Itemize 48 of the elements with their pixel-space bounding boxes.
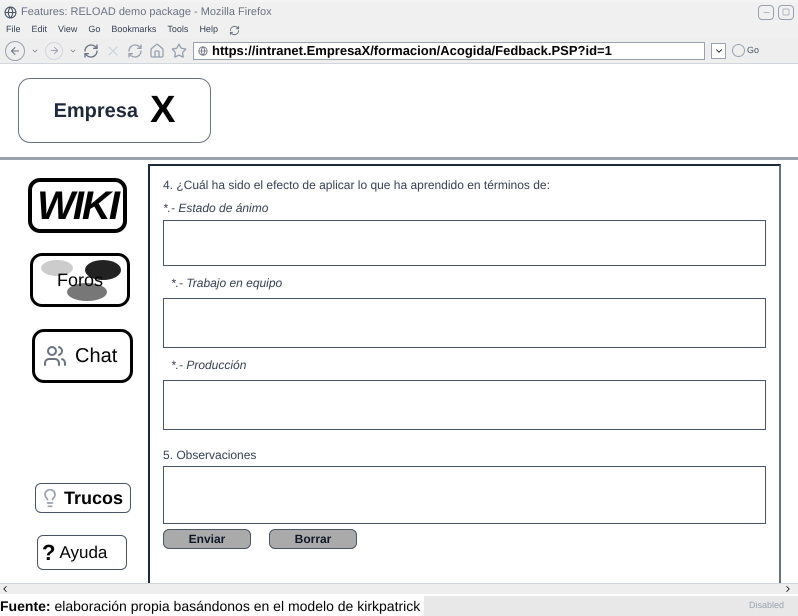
field-label: *.- Producción <box>171 357 246 374</box>
forward-button[interactable] <box>45 42 63 60</box>
wiki-button[interactable]: WIKI <box>28 178 127 233</box>
menu-item[interactable]: Go <box>88 23 100 37</box>
tips-button[interactable]: Trucos <box>35 483 131 513</box>
activity-icon <box>228 24 240 36</box>
maximize-icon <box>782 8 790 16</box>
minimize-button[interactable] <box>758 4 774 20</box>
go-button[interactable]: Go <box>732 44 760 58</box>
answer-field[interactable] <box>163 220 766 266</box>
menu-item[interactable]: File <box>6 23 21 37</box>
chat-button[interactable]: Chat <box>32 329 133 383</box>
home-icon[interactable] <box>149 42 165 58</box>
question-text: 4. ¿Cuál ha sido el efecto de aplicar lo que ha aprendido en términos de: <box>163 177 551 194</box>
menu-item[interactable]: View <box>58 23 78 37</box>
site-icon <box>198 46 208 56</box>
status-text: Disabled <box>748 599 784 612</box>
sync-icon[interactable] <box>127 42 143 58</box>
field-label: 5. Observaciones <box>163 447 256 464</box>
address-dropdown-button[interactable] <box>711 42 726 58</box>
menu-item[interactable]: Tools <box>167 23 188 37</box>
menu-item[interactable]: Edit <box>32 23 48 37</box>
people-icon <box>43 344 67 368</box>
answer-field[interactable] <box>163 298 766 348</box>
forward-arrow-icon <box>48 45 60 56</box>
help-button[interactable]: ? Ayuda <box>37 535 127 570</box>
help-label: Ayuda <box>59 542 108 564</box>
window-title: Features: RELOAD demo package - Mozilla Firefox <box>21 4 273 20</box>
menu-item[interactable]: Bookmarks <box>111 23 156 37</box>
question-mark-icon: ? <box>42 536 56 569</box>
address-field[interactable]: https://intranet.EmpresaX/formacion/Acogida/Fedback.PSP?id=1 <box>193 42 705 60</box>
browser-icon <box>4 6 17 18</box>
form-button[interactable]: Borrar <box>269 529 357 549</box>
back-arrow-icon <box>9 44 21 56</box>
field-label: *.- Trabajo en equipo <box>171 275 282 292</box>
back-button[interactable] <box>5 40 25 60</box>
field-label: *.- Estado de ánimo <box>163 200 268 217</box>
caption: Fuente: elaboración propia basándonos en el modelo de kirkpatrick <box>0 596 420 616</box>
menu-item[interactable]: Help <box>199 23 218 37</box>
answer-field[interactable] <box>163 466 766 524</box>
maximize-button[interactable] <box>778 4 794 20</box>
answer-field[interactable] <box>163 380 766 430</box>
star-icon[interactable] <box>171 42 187 58</box>
logo-letter: X <box>150 88 176 133</box>
reload-icon[interactable] <box>83 42 99 58</box>
horizontal-scrollbar[interactable] <box>0 583 798 594</box>
form-button[interactable]: Enviar <box>163 529 251 549</box>
logo-text: Empresa <box>54 98 138 124</box>
